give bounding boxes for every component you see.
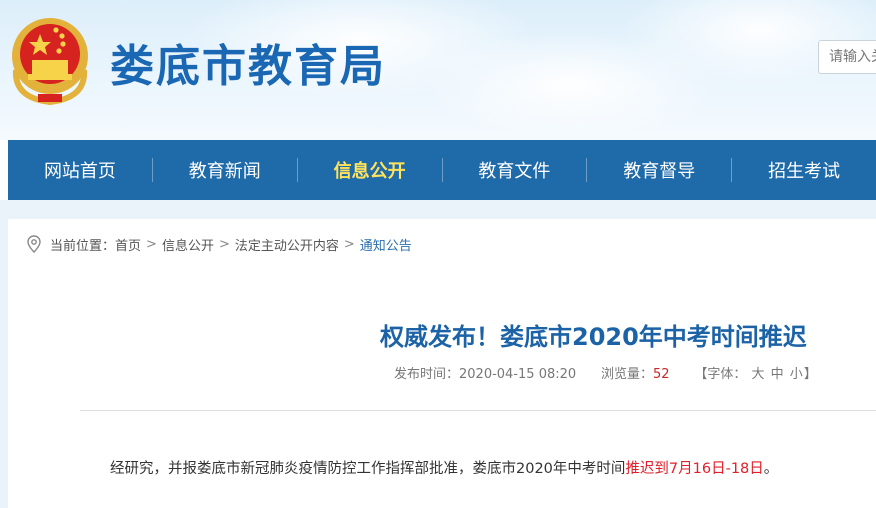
breadcrumb-home[interactable]: 首页: [115, 235, 141, 254]
body-text-after: 。: [763, 461, 779, 477]
nav-item-info-disclosure[interactable]: 信息公开: [298, 140, 442, 200]
search-input[interactable]: [819, 41, 876, 73]
published-label: 发布时间：: [394, 367, 460, 382]
article-body: 经研究，并报娄底市新冠肺炎疫情防控工作指挥部批准，娄底市2020年中考时间推迟到…: [110, 457, 778, 478]
article: 权威发布！娄底市2020年中考时间推迟 发布时间：2020-04-15 08:2…: [8, 269, 876, 508]
nav-item-documents[interactable]: 教育文件: [442, 140, 586, 200]
main-nav: 网站首页 教育新闻 信息公开 教育文件 教育督导 招生考试: [8, 140, 876, 200]
breadcrumb: 当前位置： 首页 > 信息公开 > 法定主动公开内容 > 通知公告: [8, 219, 876, 269]
font-size-suffix: 】: [803, 367, 817, 382]
font-size-small[interactable]: 小: [790, 367, 803, 382]
article-divider: [80, 410, 876, 411]
view-count: 52: [652, 367, 670, 382]
nav-item-enrollment[interactable]: 招生考试: [732, 140, 876, 200]
body-text-before: 经研究，并报娄底市新冠肺炎疫情防控工作指挥部批准，娄底市2020年中考时间: [110, 461, 626, 477]
nav-item-news[interactable]: 教育新闻: [153, 140, 297, 200]
font-size-medium[interactable]: 中: [771, 367, 784, 382]
article-meta: 发布时间：2020-04-15 08:20 浏览量：52 【字体： 大 中 小】: [394, 363, 817, 382]
nav-item-home[interactable]: 网站首页: [8, 140, 152, 200]
body-highlight: 推迟到7月16日-18日: [625, 461, 764, 477]
breadcrumb-prefix: 当前位置：: [50, 238, 116, 254]
breadcrumb-notices[interactable]: 通知公告: [360, 235, 412, 254]
search-box[interactable]: [818, 40, 876, 74]
nav-item-supervision[interactable]: 教育督导: [587, 140, 731, 200]
breadcrumb-separator: >: [146, 236, 157, 252]
location-pin-icon: [27, 235, 41, 253]
views-label: 浏览量：: [600, 367, 653, 382]
national-emblem-icon: [12, 18, 88, 106]
site-title: 娄底市教育局: [110, 41, 386, 92]
font-size-large[interactable]: 大: [751, 367, 764, 382]
font-size-controls: 【字体： 大 中 小】: [694, 367, 817, 382]
breadcrumb-separator: >: [343, 236, 355, 252]
font-size-prefix: 【字体：: [694, 367, 747, 382]
site-header: 娄底市教育局: [0, 0, 876, 140]
breadcrumb-separator: >: [218, 236, 230, 252]
breadcrumb-statutory-content[interactable]: 法定主动公开内容: [235, 235, 339, 254]
breadcrumb-info-disclosure[interactable]: 信息公开: [162, 235, 214, 254]
published-date: 2020-04-15 08:20: [459, 367, 577, 382]
article-title: 权威发布！娄底市2020年中考时间推迟: [380, 323, 807, 351]
